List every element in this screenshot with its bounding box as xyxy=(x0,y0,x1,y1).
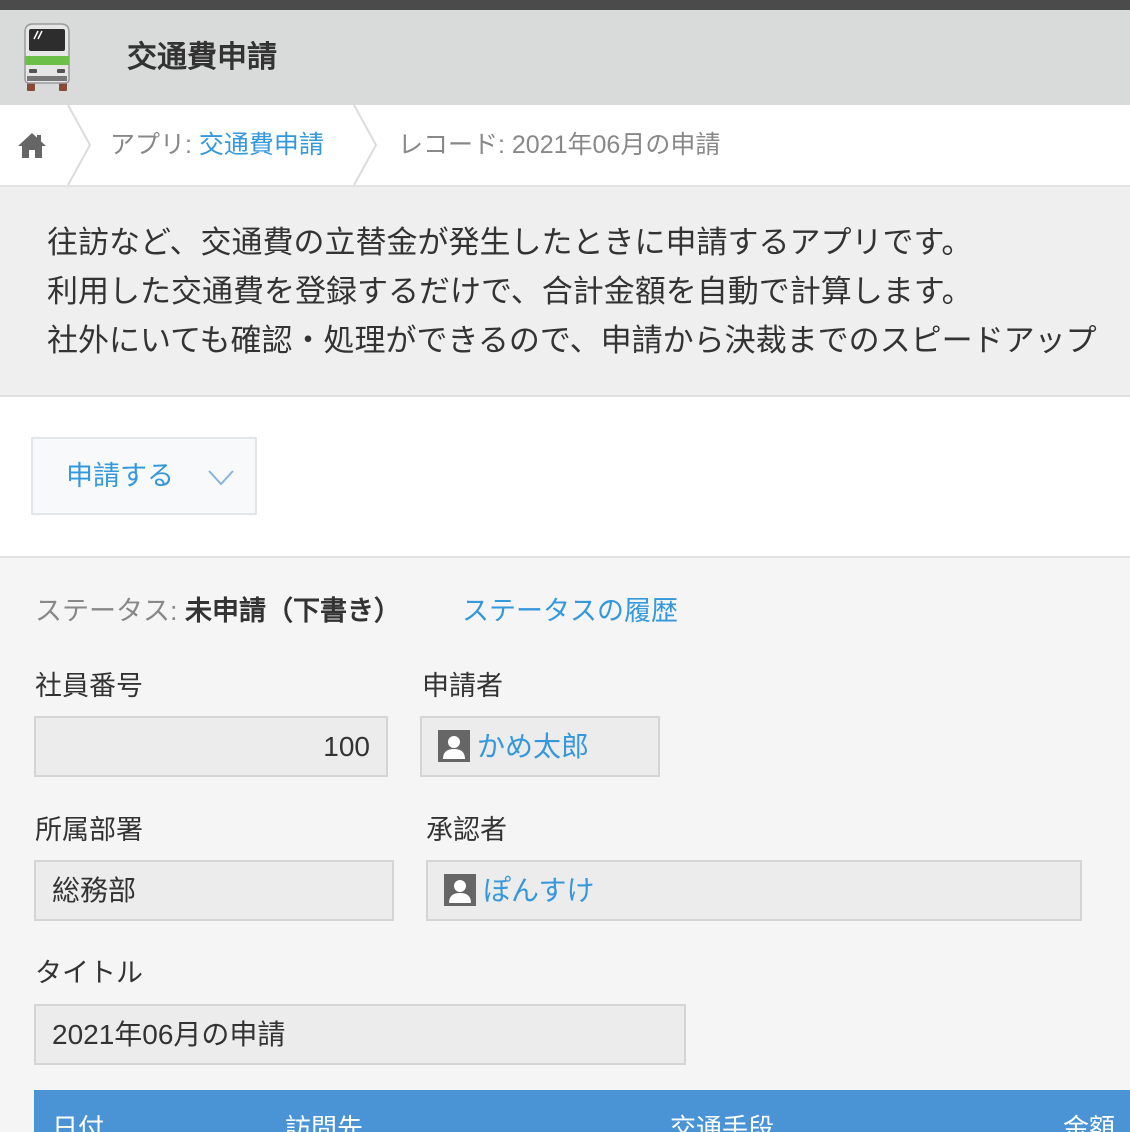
app-title: 交通費申請 xyxy=(127,41,277,74)
chevron-down-icon xyxy=(208,470,234,486)
home-icon xyxy=(18,133,46,158)
column-header-destination: 訪問先 xyxy=(285,1113,364,1132)
user-icon xyxy=(444,874,476,906)
status-value: 未申請（下書き） xyxy=(185,596,402,626)
department-value: 総務部 xyxy=(52,875,137,906)
description-line: 往訪など、交通費の立替金が発生したときに申請するアプリです。 xyxy=(47,225,973,260)
status-line: ステータス: 未申請（下書き） xyxy=(35,591,455,631)
employee-number-field: 100 xyxy=(34,716,388,777)
applicant-label: 申請者 xyxy=(422,671,503,701)
applicant-field: かめ太郎 xyxy=(420,716,660,777)
breadcrumb-separator xyxy=(353,105,378,185)
breadcrumb-separator xyxy=(67,105,92,185)
top-bar xyxy=(0,0,1130,10)
column-header-transport: 交通手段 xyxy=(670,1113,775,1132)
action-bar: 申請する xyxy=(0,397,1130,558)
applicant-user-link[interactable]: かめ太郎 xyxy=(477,718,589,775)
breadcrumb-record: レコード: 2021年06月の申請 xyxy=(398,131,721,159)
title-field: 2021年06月の申請 xyxy=(34,1004,686,1065)
submit-action-label: 申請する xyxy=(66,461,174,491)
status-label: ステータス: xyxy=(35,596,186,626)
train-icon xyxy=(24,23,70,91)
approver-field: ぽんすけ xyxy=(426,860,1082,921)
submit-action-button[interactable]: 申請する xyxy=(31,437,257,515)
breadcrumb: アプリ: 交通費申請 レコード: 2021年06月の申請 xyxy=(0,105,1130,187)
department-label: 所属部署 xyxy=(35,815,143,845)
employee-number-label: 社員番号 xyxy=(35,671,143,701)
breadcrumb-app: アプリ: 交通費申請 xyxy=(110,105,345,185)
approver-label: 承認者 xyxy=(426,815,507,845)
app-description: 往訪など、交通費の立替金が発生したときに申請するアプリです。 利用した交通費を登… xyxy=(0,187,1130,397)
title-label: タイトル xyxy=(35,958,143,988)
status-history-link[interactable]: ステータスの履歴 xyxy=(462,591,762,631)
description-line: 社外にいても確認・処理ができるので、申請から決裁までのスピードアップ xyxy=(47,323,1097,358)
approver-user-link[interactable]: ぽんすけ xyxy=(483,862,594,919)
title-value: 2021年06月の申請 xyxy=(52,1019,286,1050)
column-header-date: 日付 xyxy=(52,1113,105,1132)
record-page: 交通費申請 アプリ: 交通費申請 レコード: 2021年06月の申請 往訪など、… xyxy=(0,0,1130,1132)
record-form: ステータス: 未申請（下書き） ステータスの履歴 社員番号 100 申請者 かめ… xyxy=(0,558,1130,1132)
breadcrumb-app-link[interactable]: 交通費申請 xyxy=(199,131,324,159)
subtable-header: 日付 訪問先 交通手段 金額 xyxy=(34,1090,1130,1132)
breadcrumb-home-link[interactable] xyxy=(16,131,48,159)
department-field: 総務部 xyxy=(34,860,394,921)
user-icon xyxy=(438,730,470,762)
column-header-amount: 金額 xyxy=(1063,1113,1116,1132)
description-line: 利用した交通費を登録するだけで、合計金額を自動で計算します。 xyxy=(47,274,973,309)
breadcrumb-app-prefix: アプリ: xyxy=(110,131,199,159)
employee-number-value: 100 xyxy=(323,731,370,762)
app-header: 交通費申請 xyxy=(0,10,1130,105)
